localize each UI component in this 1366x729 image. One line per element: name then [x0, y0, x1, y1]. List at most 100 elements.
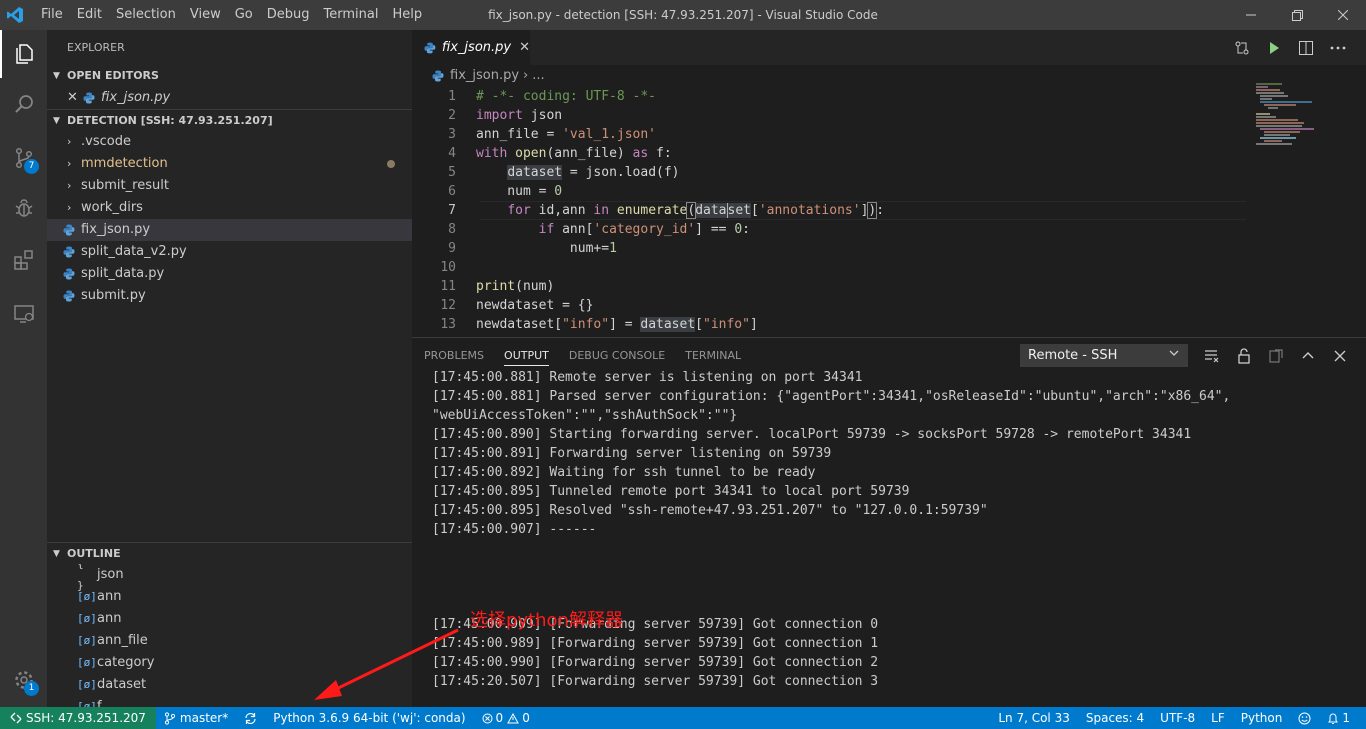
code-line: 2 import json	[412, 106, 1366, 125]
log-line: [17:45:00.989] [Forwarding server 59739]…	[432, 636, 879, 651]
minimap[interactable]	[1252, 80, 1352, 160]
minimize-icon[interactable]	[1228, 0, 1274, 30]
branch-indicator[interactable]: master*	[156, 707, 236, 729]
open-changes-icon[interactable]	[1226, 40, 1258, 56]
encoding[interactable]: UTF-8	[1152, 707, 1203, 729]
clear-output-icon[interactable]	[1196, 348, 1228, 364]
open-editors-label: OPEN EDITORS	[67, 69, 159, 82]
remote-explorer-icon[interactable]	[0, 290, 47, 338]
close-tab-icon[interactable]: ✕	[519, 40, 530, 55]
outline-item-ann-file[interactable]: [ø] ann_file	[47, 630, 412, 652]
restore-icon[interactable]	[1274, 0, 1320, 30]
close-editor-icon[interactable]: ✕	[67, 87, 83, 109]
tree-folder-work-dirs[interactable]: › work_dirs	[47, 197, 412, 219]
remote-indicator[interactable]: SSH: 47.93.251.207	[0, 707, 156, 729]
outline-item-label: json	[97, 567, 124, 582]
tree-file-split-data-v2[interactable]: split_data_v2.py	[47, 241, 412, 263]
bell-icon	[1328, 713, 1339, 724]
activity-bar: 7 1	[0, 30, 47, 707]
outline-item-ann[interactable]: [ø] ann	[47, 586, 412, 608]
tree-file-submit[interactable]: submit.py	[47, 285, 412, 307]
outline-item-json[interactable]: { } json	[47, 564, 412, 592]
outline-item-ann[interactable]: [ø] ann	[47, 608, 412, 630]
more-actions-icon[interactable]	[1322, 46, 1354, 50]
code-line: 13 newdataset["info"] = dataset["info"]	[412, 315, 1366, 334]
tab-fix-json[interactable]: fix_json.py ✕	[412, 30, 530, 65]
tree-folder-mmdetection[interactable]: › mmdetection	[47, 153, 412, 175]
tree-file-split-data[interactable]: split_data.py	[47, 263, 412, 285]
tree-folder-submit-result[interactable]: › submit_result	[47, 175, 412, 197]
tree-file-fix-json[interactable]: fix_json.py	[47, 219, 412, 241]
run-icon[interactable]	[1258, 41, 1290, 55]
menu-help[interactable]: Help	[385, 0, 429, 30]
manage-badge: 1	[24, 681, 39, 696]
line-number: 1	[448, 89, 456, 104]
code-editor[interactable]: 1 # -*- coding: UTF-8 -*- 2 import json 3a…	[412, 87, 1366, 337]
sync-icon[interactable]	[236, 707, 265, 729]
open-editor-item[interactable]: ✕ fix_json.py	[47, 87, 412, 109]
line-number: 12	[440, 298, 456, 313]
close-panel-icon[interactable]	[1324, 350, 1356, 362]
outline-item-f[interactable]: [ø] f	[47, 696, 412, 707]
extensions-icon[interactable]	[0, 236, 47, 284]
variable-icon: [ø]	[77, 590, 97, 603]
outline-item-dataset[interactable]: [ø] dataset	[47, 674, 412, 696]
code-line: 1 # -*- coding: UTF-8 -*-	[412, 87, 1366, 106]
explorer-icon[interactable]	[0, 30, 47, 78]
line-number: 4	[448, 146, 456, 161]
tree-item-label: .vscode	[81, 134, 131, 149]
code-line: 12 newdataset = {}	[412, 296, 1366, 315]
menu-view[interactable]: View	[183, 0, 228, 30]
python-interpreter-selector[interactable]: Python 3.6.9 64-bit ('wj': conda)	[265, 707, 473, 729]
language-mode[interactable]: Python	[1233, 707, 1291, 729]
menu-go[interactable]: Go	[228, 0, 260, 30]
search-icon[interactable]	[0, 80, 47, 128]
code-line: 6 num = 0	[412, 182, 1366, 201]
outline-list: { } json [ø] ann [ø] ann [ø] ann_file [ø…	[47, 564, 412, 707]
menu-terminal[interactable]: Terminal	[317, 0, 386, 30]
lock-scroll-icon[interactable]	[1228, 347, 1260, 364]
open-editors-header[interactable]: ▼ OPEN EDITORS	[47, 65, 412, 87]
folder-header[interactable]: ▼ DETECTION [SSH: 47.93.251.207]	[47, 109, 412, 131]
tree-folder-vscode[interactable]: › .vscode	[47, 131, 412, 153]
log-line: [17:45:00.890] Starting forwarding serve…	[432, 427, 1192, 442]
end-of-line[interactable]: LF	[1203, 707, 1233, 729]
menu-debug[interactable]: Debug	[260, 0, 317, 30]
chevron-right-icon: ›	[523, 68, 529, 83]
menu-selection[interactable]: Selection	[109, 0, 183, 30]
remote-label: SSH: 47.93.251.207	[26, 711, 146, 725]
cursor-position[interactable]: Ln 7, Col 33	[990, 707, 1078, 729]
maximize-panel-icon[interactable]	[1292, 349, 1324, 363]
menu-edit[interactable]: Edit	[70, 0, 109, 30]
output-log[interactable]: [17:45:00.881] Remote server is listenin…	[432, 368, 1352, 703]
outline-item-label: dataset	[97, 677, 147, 692]
tab-label: fix_json.py	[441, 40, 512, 55]
outline-item-category[interactable]: [ø] category	[47, 652, 412, 674]
split-editor-icon[interactable]	[1290, 40, 1322, 56]
debug-icon[interactable]	[0, 184, 47, 232]
source-control-icon[interactable]: 7	[0, 134, 47, 182]
outline-header[interactable]: ▼ OUTLINE	[47, 542, 412, 564]
python-file-icon	[63, 246, 75, 258]
vertical-scrollbar[interactable]	[1352, 87, 1366, 337]
problems-indicator[interactable]: 0 0	[474, 707, 538, 729]
line-number: 6	[448, 184, 456, 199]
warning-count: 0	[522, 711, 530, 725]
open-log-icon[interactable]	[1260, 348, 1292, 364]
notifications-indicator[interactable]: 1	[1319, 707, 1358, 729]
menu-file[interactable]: File	[34, 0, 70, 30]
output-channel-select[interactable]: Remote - SSH	[1020, 344, 1188, 367]
manage-gear-icon[interactable]: 1	[0, 656, 47, 704]
variable-icon: [ø]	[77, 700, 97, 707]
breadcrumb-symbol[interactable]: ...	[532, 65, 544, 87]
error-count: 0	[495, 711, 504, 725]
modified-dot	[387, 160, 395, 168]
close-icon[interactable]	[1320, 0, 1366, 30]
indentation[interactable]: Spaces: 4	[1078, 707, 1152, 729]
breadcrumb-file[interactable]: fix_json.py	[450, 65, 519, 87]
feedback-smiley-icon[interactable]	[1290, 707, 1319, 729]
chevron-right-icon: ›	[67, 157, 72, 170]
tree-item-label: submit_result	[81, 178, 169, 193]
variable-icon: [ø]	[77, 656, 97, 669]
